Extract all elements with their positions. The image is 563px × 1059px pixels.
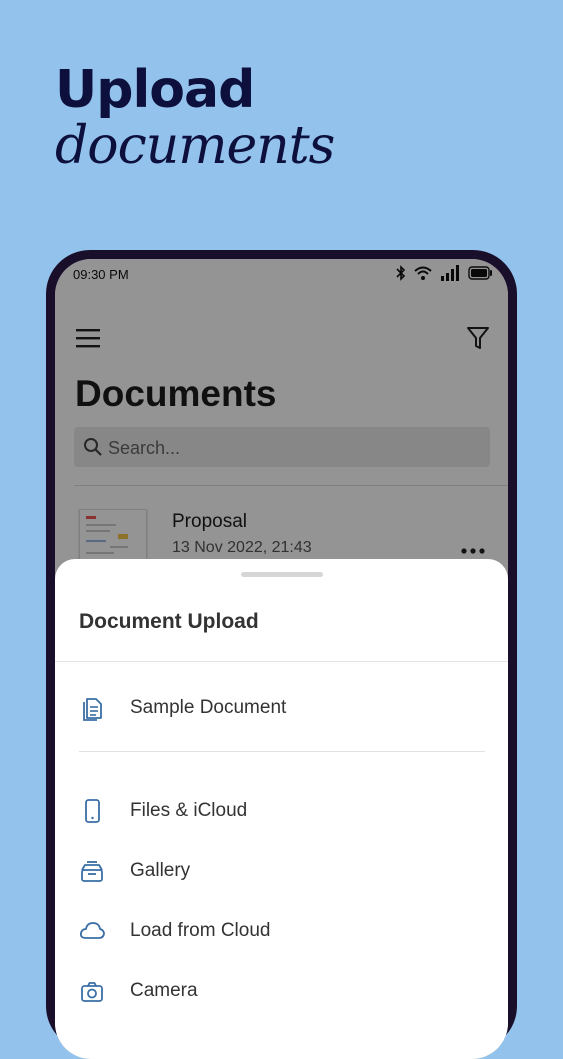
document-icon: [83, 698, 102, 721]
option-camera[interactable]: Camera: [55, 968, 508, 1012]
phone-icon: [85, 799, 100, 823]
option-label: Files & iCloud: [130, 800, 248, 821]
options-separator: [79, 751, 485, 752]
option-label: Sample Document: [130, 697, 287, 718]
cloud-icon: [79, 922, 105, 939]
gallery-icon: [81, 861, 103, 882]
option-label: Camera: [130, 980, 198, 1001]
sheet-drag-handle[interactable]: [241, 572, 323, 577]
sheet-title: Document Upload: [79, 610, 259, 633]
option-gallery[interactable]: Gallery: [55, 848, 508, 892]
option-sample-document[interactable]: Sample Document: [55, 685, 508, 729]
sheet-divider: [55, 661, 508, 662]
phone-frame: 09:30 PM Documents Search... Proposal 13…: [46, 250, 517, 1059]
option-label: Load from Cloud: [130, 920, 271, 941]
camera-icon: [81, 982, 103, 1002]
phone-screen: 09:30 PM Documents Search... Proposal 13…: [55, 259, 508, 1059]
promo-subtitle: documents: [55, 116, 335, 176]
promo-title: Upload: [55, 60, 255, 120]
option-files-icloud[interactable]: Files & iCloud: [55, 788, 508, 832]
bottom-sheet: Document Upload Sample Document Files & …: [55, 559, 508, 1059]
option-load-from-cloud[interactable]: Load from Cloud: [55, 908, 508, 952]
option-label: Gallery: [130, 860, 191, 881]
